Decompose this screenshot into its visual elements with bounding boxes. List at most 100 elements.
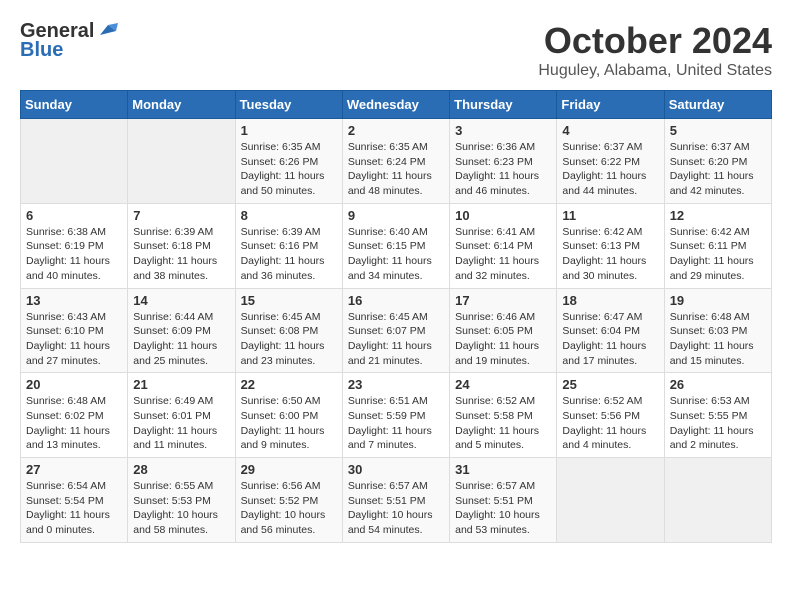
day-info: Sunrise: 6:42 AM Sunset: 6:13 PM Dayligh… (562, 225, 658, 284)
day-number: 24 (455, 377, 551, 392)
calendar-cell (557, 458, 664, 543)
day-number: 3 (455, 123, 551, 138)
calendar-week-2: 13 Sunrise: 6:43 AM Sunset: 6:10 PM Dayli… (21, 288, 772, 373)
day-info: Sunrise: 6:53 AM Sunset: 5:55 PM Dayligh… (670, 394, 766, 453)
day-info: Sunrise: 6:41 AM Sunset: 6:14 PM Dayligh… (455, 225, 551, 284)
calendar-cell: 17 Sunrise: 6:46 AM Sunset: 6:05 PM Dayli… (450, 288, 557, 373)
calendar-cell: 1 Sunrise: 6:35 AM Sunset: 6:26 PM Daylig… (235, 119, 342, 204)
calendar-cell: 3 Sunrise: 6:36 AM Sunset: 6:23 PM Daylig… (450, 119, 557, 204)
day-info: Sunrise: 6:36 AM Sunset: 6:23 PM Dayligh… (455, 140, 551, 199)
day-info: Sunrise: 6:57 AM Sunset: 5:51 PM Dayligh… (455, 479, 551, 538)
day-number: 14 (133, 293, 229, 308)
calendar-cell: 27 Sunrise: 6:54 AM Sunset: 5:54 PM Dayli… (21, 458, 128, 543)
calendar-header-sunday: Sunday (21, 91, 128, 119)
calendar-week-4: 27 Sunrise: 6:54 AM Sunset: 5:54 PM Dayli… (21, 458, 772, 543)
day-number: 29 (241, 462, 337, 477)
day-info: Sunrise: 6:55 AM Sunset: 5:53 PM Dayligh… (133, 479, 229, 538)
header: General Blue October 2024 Huguley, Alaba… (20, 20, 772, 80)
calendar-header-thursday: Thursday (450, 91, 557, 119)
day-info: Sunrise: 6:35 AM Sunset: 6:26 PM Dayligh… (241, 140, 337, 199)
calendar-cell: 26 Sunrise: 6:53 AM Sunset: 5:55 PM Dayli… (664, 373, 771, 458)
calendar-header-wednesday: Wednesday (342, 91, 449, 119)
calendar-week-0: 1 Sunrise: 6:35 AM Sunset: 6:26 PM Daylig… (21, 119, 772, 204)
day-number: 26 (670, 377, 766, 392)
day-number: 2 (348, 123, 444, 138)
calendar-cell: 11 Sunrise: 6:42 AM Sunset: 6:13 PM Dayli… (557, 203, 664, 288)
day-info: Sunrise: 6:42 AM Sunset: 6:11 PM Dayligh… (670, 225, 766, 284)
day-number: 6 (26, 208, 122, 223)
logo-bird-icon (96, 21, 118, 39)
day-info: Sunrise: 6:48 AM Sunset: 6:03 PM Dayligh… (670, 310, 766, 369)
day-number: 27 (26, 462, 122, 477)
calendar-cell: 12 Sunrise: 6:42 AM Sunset: 6:11 PM Dayli… (664, 203, 771, 288)
calendar-cell: 30 Sunrise: 6:57 AM Sunset: 5:51 PM Dayli… (342, 458, 449, 543)
day-number: 13 (26, 293, 122, 308)
day-info: Sunrise: 6:46 AM Sunset: 6:05 PM Dayligh… (455, 310, 551, 369)
calendar-cell: 9 Sunrise: 6:40 AM Sunset: 6:15 PM Daylig… (342, 203, 449, 288)
calendar-header-monday: Monday (128, 91, 235, 119)
calendar-cell: 31 Sunrise: 6:57 AM Sunset: 5:51 PM Dayli… (450, 458, 557, 543)
calendar-header-row: SundayMondayTuesdayWednesdayThursdayFrid… (21, 91, 772, 119)
day-info: Sunrise: 6:38 AM Sunset: 6:19 PM Dayligh… (26, 225, 122, 284)
day-number: 18 (562, 293, 658, 308)
day-number: 21 (133, 377, 229, 392)
day-info: Sunrise: 6:35 AM Sunset: 6:24 PM Dayligh… (348, 140, 444, 199)
calendar-cell: 4Sunrise: 6:37 AM Sunset: 6:22 PM Daylig… (557, 119, 664, 204)
calendar-cell: 18 Sunrise: 6:47 AM Sunset: 6:04 PM Dayli… (557, 288, 664, 373)
calendar-cell: 16Sunrise: 6:45 AM Sunset: 6:07 PM Dayli… (342, 288, 449, 373)
calendar-header-friday: Friday (557, 91, 664, 119)
day-number: 30 (348, 462, 444, 477)
day-number: 9 (348, 208, 444, 223)
calendar-cell: 15 Sunrise: 6:45 AM Sunset: 6:08 PM Dayli… (235, 288, 342, 373)
calendar-header-tuesday: Tuesday (235, 91, 342, 119)
logo: General Blue (20, 20, 118, 62)
day-info: Sunrise: 6:57 AM Sunset: 5:51 PM Dayligh… (348, 479, 444, 538)
calendar-body: 1 Sunrise: 6:35 AM Sunset: 6:26 PM Daylig… (21, 119, 772, 543)
day-info: Sunrise: 6:45 AM Sunset: 6:07 PM Dayligh… (348, 310, 444, 369)
calendar-cell: 22Sunrise: 6:50 AM Sunset: 6:00 PM Dayli… (235, 373, 342, 458)
calendar-cell: 28Sunrise: 6:55 AM Sunset: 5:53 PM Dayli… (128, 458, 235, 543)
calendar-cell: 13 Sunrise: 6:43 AM Sunset: 6:10 PM Dayli… (21, 288, 128, 373)
day-info: Sunrise: 6:39 AM Sunset: 6:16 PM Dayligh… (241, 225, 337, 284)
day-info: Sunrise: 6:47 AM Sunset: 6:04 PM Dayligh… (562, 310, 658, 369)
day-info: Sunrise: 6:52 AM Sunset: 5:58 PM Dayligh… (455, 394, 551, 453)
day-number: 31 (455, 462, 551, 477)
day-info: Sunrise: 6:43 AM Sunset: 6:10 PM Dayligh… (26, 310, 122, 369)
calendar-cell: 24 Sunrise: 6:52 AM Sunset: 5:58 PM Dayli… (450, 373, 557, 458)
calendar-cell: 14 Sunrise: 6:44 AM Sunset: 6:09 PM Dayli… (128, 288, 235, 373)
day-number: 22 (241, 377, 337, 392)
day-info: Sunrise: 6:39 AM Sunset: 6:18 PM Dayligh… (133, 225, 229, 284)
calendar-cell (128, 119, 235, 204)
calendar: SundayMondayTuesdayWednesdayThursdayFrid… (20, 90, 772, 543)
calendar-cell: 5 Sunrise: 6:37 AM Sunset: 6:20 PM Daylig… (664, 119, 771, 204)
calendar-cell (21, 119, 128, 204)
day-number: 20 (26, 377, 122, 392)
day-info: Sunrise: 6:45 AM Sunset: 6:08 PM Dayligh… (241, 310, 337, 369)
day-info: Sunrise: 6:49 AM Sunset: 6:01 PM Dayligh… (133, 394, 229, 453)
calendar-cell: 6 Sunrise: 6:38 AM Sunset: 6:19 PM Daylig… (21, 203, 128, 288)
day-info: Sunrise: 6:40 AM Sunset: 6:15 PM Dayligh… (348, 225, 444, 284)
day-info: Sunrise: 6:44 AM Sunset: 6:09 PM Dayligh… (133, 310, 229, 369)
calendar-cell: 7 Sunrise: 6:39 AM Sunset: 6:18 PM Daylig… (128, 203, 235, 288)
day-number: 12 (670, 208, 766, 223)
day-number: 15 (241, 293, 337, 308)
calendar-cell: 8 Sunrise: 6:39 AM Sunset: 6:16 PM Daylig… (235, 203, 342, 288)
day-number: 25 (562, 377, 658, 392)
day-info: Sunrise: 6:54 AM Sunset: 5:54 PM Dayligh… (26, 479, 122, 538)
day-number: 23 (348, 377, 444, 392)
calendar-cell: 29Sunrise: 6:56 AM Sunset: 5:52 PM Dayli… (235, 458, 342, 543)
day-number: 17 (455, 293, 551, 308)
calendar-cell: 19Sunrise: 6:48 AM Sunset: 6:03 PM Dayli… (664, 288, 771, 373)
day-number: 8 (241, 208, 337, 223)
logo-blue: Blue (20, 39, 63, 62)
day-number: 1 (241, 123, 337, 138)
month-title: October 2024 (538, 20, 772, 62)
day-number: 5 (670, 123, 766, 138)
day-info: Sunrise: 6:37 AM Sunset: 6:20 PM Dayligh… (670, 140, 766, 199)
day-number: 7 (133, 208, 229, 223)
calendar-header-saturday: Saturday (664, 91, 771, 119)
calendar-cell (664, 458, 771, 543)
day-info: Sunrise: 6:48 AM Sunset: 6:02 PM Dayligh… (26, 394, 122, 453)
day-number: 4 (562, 123, 658, 138)
day-number: 11 (562, 208, 658, 223)
